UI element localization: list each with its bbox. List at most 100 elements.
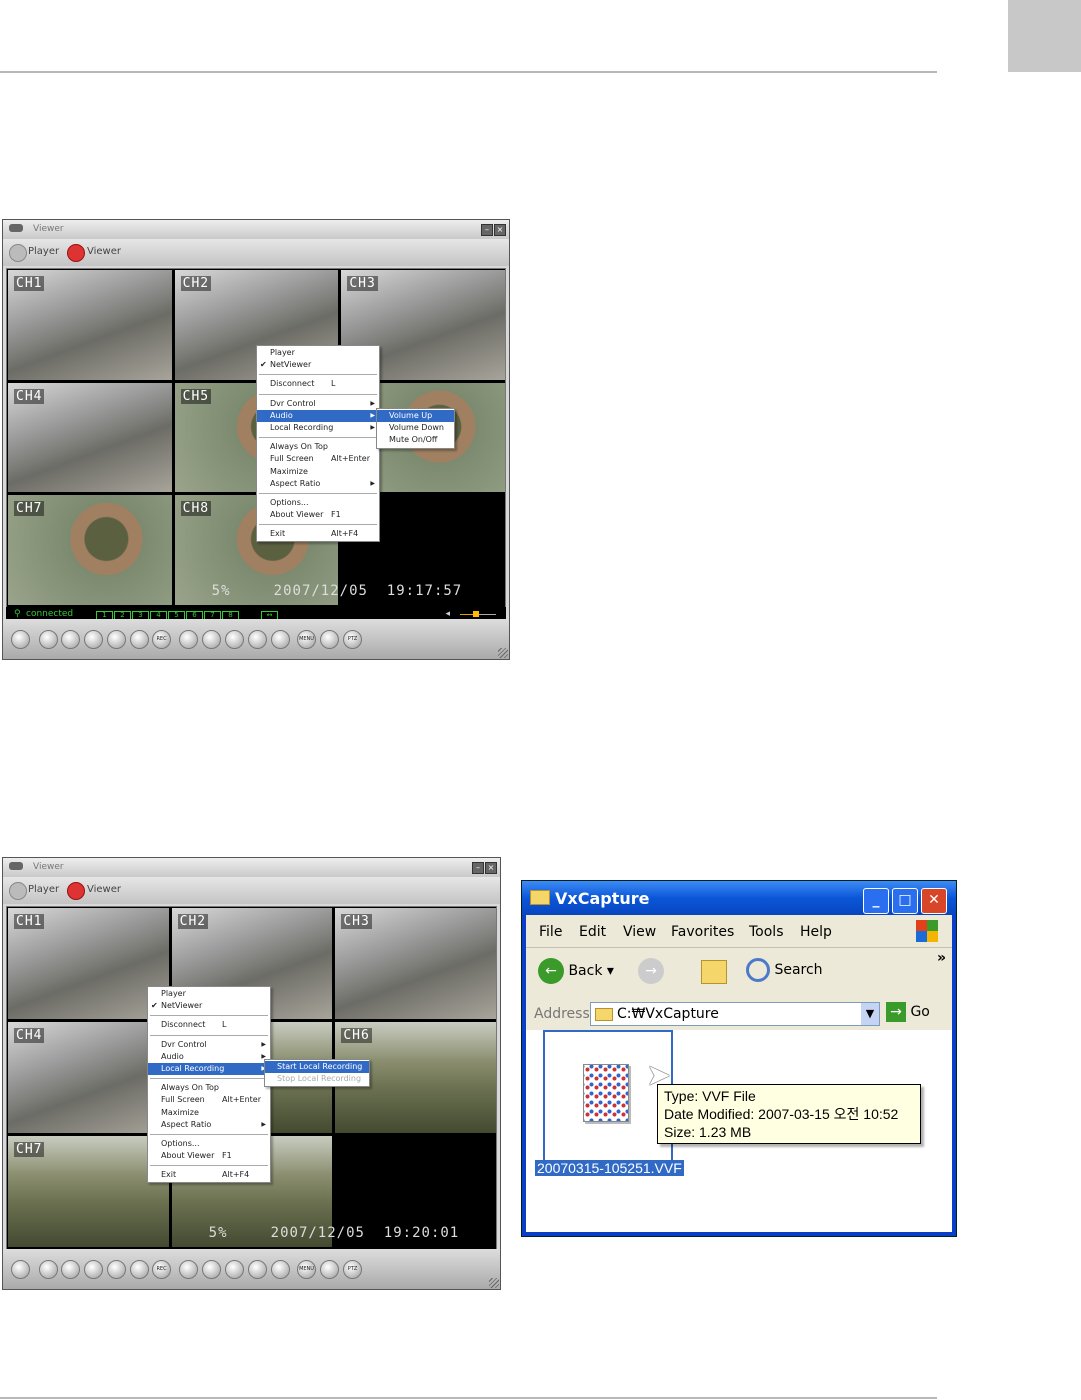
- fast-forward-button[interactable]: [107, 1260, 126, 1279]
- play-pause-button[interactable]: [84, 630, 103, 649]
- down-button[interactable]: [202, 1260, 221, 1279]
- menu-item-local-recording[interactable]: Local Recording▶: [148, 1062, 270, 1076]
- up-folder-icon[interactable]: [701, 960, 727, 984]
- menu-item-maximize[interactable]: Maximize: [148, 1107, 270, 1119]
- menu-item-aspect-ratio[interactable]: Aspect Ratio ▶: [257, 478, 379, 490]
- menu-item-audio[interactable]: Audio ▶: [257, 409, 379, 422]
- go-button[interactable]: → Go: [886, 1002, 930, 1022]
- menu-tools[interactable]: Tools: [749, 924, 784, 940]
- video-channel[interactable]: CH1: [8, 270, 172, 380]
- play-pause-button[interactable]: [84, 1260, 103, 1279]
- back-button[interactable]: [11, 630, 30, 649]
- menu-item-about-viewer[interactable]: About Viewer F1: [148, 1150, 270, 1162]
- address-input[interactable]: C:₩VxCapture ▼: [590, 1002, 880, 1026]
- ptz-button[interactable]: PTZ: [343, 630, 362, 649]
- rewind-button[interactable]: [61, 1260, 80, 1279]
- close-button[interactable]: ✕: [921, 888, 947, 914]
- menu-item-options[interactable]: Options...: [148, 1138, 270, 1150]
- menu-item-maximize[interactable]: Maximize: [257, 466, 379, 478]
- video-channel[interactable]: CH7: [8, 495, 172, 605]
- minimize-button[interactable]: _: [863, 888, 889, 914]
- rec-button[interactable]: REC: [152, 630, 171, 649]
- menu-item-about-viewer[interactable]: About Viewer F1: [257, 509, 379, 521]
- menu-file[interactable]: File: [539, 924, 562, 940]
- menu-item-exit[interactable]: Exit Alt+F4: [148, 1169, 270, 1181]
- video-channel[interactable]: CH4: [8, 382, 172, 493]
- menu-item-player[interactable]: Player: [257, 347, 379, 359]
- viewer-mode-button[interactable]: Viewer: [87, 246, 121, 257]
- menu-item-always-on-top[interactable]: Always On Top: [148, 1082, 270, 1094]
- left-button[interactable]: [225, 630, 244, 649]
- menu-item-disconnect[interactable]: Disconnect L: [257, 378, 379, 390]
- up-button[interactable]: [179, 630, 198, 649]
- capture-button[interactable]: [39, 1260, 58, 1279]
- resize-grip[interactable]: [498, 648, 508, 658]
- zoom-button[interactable]: [320, 1260, 339, 1279]
- dropdown-chevron-icon[interactable]: ▼: [861, 1003, 879, 1025]
- menu-item-disconnect[interactable]: Disconnect L: [148, 1019, 270, 1031]
- menu-item-aspect-ratio[interactable]: Aspect Ratio ▶: [148, 1119, 270, 1131]
- menu-item-full-screen[interactable]: Full Screen Alt+Enter: [257, 453, 379, 465]
- rewind-button[interactable]: [61, 630, 80, 649]
- submenu-item[interactable]: Stop Local Recording: [265, 1073, 369, 1085]
- video-channel[interactable]: CH1: [8, 908, 169, 1019]
- menu-item-audio[interactable]: Audio ▶: [148, 1051, 270, 1063]
- left-button[interactable]: [225, 1260, 244, 1279]
- file-item[interactable]: [543, 1030, 673, 1162]
- stop-button[interactable]: [130, 630, 149, 649]
- menu-item-local-recording[interactable]: Local Recording▶: [257, 422, 379, 434]
- menu-item-always-on-top[interactable]: Always On Top: [257, 441, 379, 453]
- close-button[interactable]: ×: [494, 224, 506, 236]
- search-button[interactable]: Search: [746, 958, 823, 982]
- maximize-button[interactable]: □: [892, 888, 918, 914]
- minimize-button[interactable]: –: [472, 862, 484, 874]
- volume-slider[interactable]: [460, 611, 496, 617]
- ptz-button[interactable]: PTZ: [343, 1260, 362, 1279]
- menu-item-options[interactable]: Options...: [257, 497, 379, 509]
- stop-button[interactable]: [130, 1260, 149, 1279]
- menu-edit[interactable]: Edit: [579, 924, 606, 940]
- menu-item-full-screen[interactable]: Full Screen Alt+Enter: [148, 1094, 270, 1106]
- right-button[interactable]: [248, 630, 267, 649]
- up-button[interactable]: [179, 1260, 198, 1279]
- menu-button[interactable]: MENU: [297, 630, 316, 649]
- enter-button[interactable]: [271, 1260, 290, 1279]
- player-mode-button[interactable]: Player: [28, 246, 59, 257]
- fast-forward-button[interactable]: [107, 630, 126, 649]
- menu-item-dvr-control[interactable]: Dvr Control ▶: [257, 398, 379, 410]
- video-channel[interactable]: CH4: [8, 1022, 169, 1133]
- menu-item-exit[interactable]: Exit Alt+F4: [257, 528, 379, 540]
- capture-button[interactable]: [39, 630, 58, 649]
- menu-item-netviewer[interactable]: ✔ NetViewer: [148, 1000, 270, 1012]
- zoom-button[interactable]: [320, 630, 339, 649]
- menu-help[interactable]: Help: [800, 924, 832, 940]
- submenu-item[interactable]: Volume Up: [377, 410, 454, 423]
- menu-item-netviewer[interactable]: ✔ NetViewer: [257, 359, 379, 371]
- back-button[interactable]: ← Back ▾: [538, 958, 614, 984]
- down-button[interactable]: [202, 630, 221, 649]
- submenu-item[interactable]: Mute On/Off: [377, 434, 454, 446]
- submenu-item[interactable]: Volume Down: [377, 422, 454, 434]
- channel-label: CH4: [14, 388, 45, 404]
- menu-favorites[interactable]: Favorites: [671, 924, 734, 940]
- back-button[interactable]: [11, 1260, 30, 1279]
- close-button[interactable]: ×: [485, 862, 497, 874]
- forward-button[interactable]: →: [638, 958, 664, 984]
- menu-item-dvr-control[interactable]: Dvr Control ▶: [148, 1039, 270, 1051]
- toolbar-overflow[interactable]: »: [937, 950, 946, 966]
- submenu-arrow-icon: ▶: [370, 399, 375, 407]
- file-name[interactable]: 20070315-105251.VVF: [535, 1160, 684, 1176]
- right-button[interactable]: [248, 1260, 267, 1279]
- viewer-mode-button[interactable]: Viewer: [87, 884, 121, 895]
- enter-button[interactable]: [271, 630, 290, 649]
- submenu-item[interactable]: Start Local Recording: [265, 1061, 369, 1074]
- rec-button[interactable]: REC: [152, 1260, 171, 1279]
- menu-button[interactable]: MENU: [297, 1260, 316, 1279]
- resize-grip[interactable]: [489, 1278, 499, 1288]
- menu-view[interactable]: View: [623, 924, 656, 940]
- player-mode-button[interactable]: Player: [28, 884, 59, 895]
- menu-item-player[interactable]: Player: [148, 988, 270, 1000]
- video-channel[interactable]: CH3: [335, 908, 496, 1019]
- video-channel[interactable]: CH7: [8, 1136, 169, 1247]
- minimize-button[interactable]: –: [481, 224, 493, 236]
